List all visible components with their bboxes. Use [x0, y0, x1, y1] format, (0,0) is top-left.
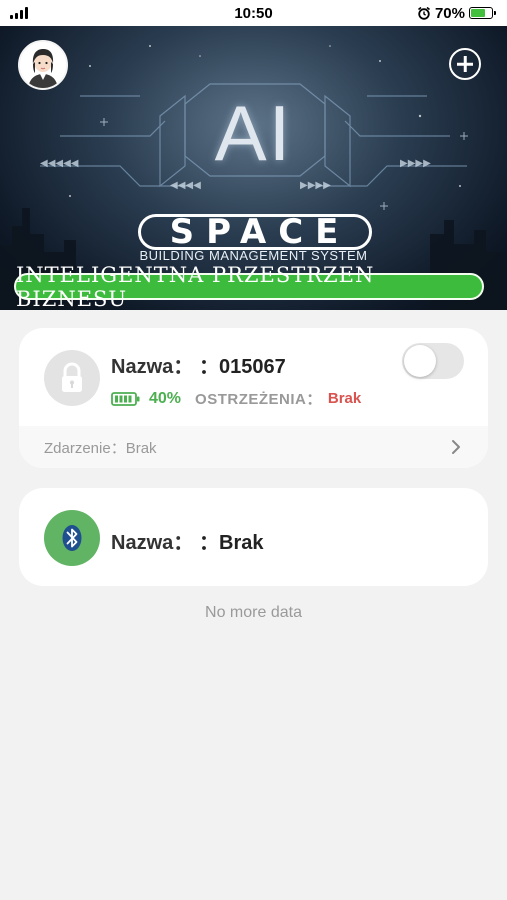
banner-slogan: INTELIGENTNA PRZESTRZEN BIZNESU — [14, 263, 484, 310]
no-more-data-label: No more data — [205, 604, 302, 621]
device-toggle[interactable] — [402, 343, 464, 379]
lock-icon — [62, 362, 82, 392]
status-right: 70% — [417, 4, 496, 22]
warnings-label: OSTRZEŻENIA： — [195, 391, 322, 408]
banner-subtitle: BUILDING MANAGEMENT SYSTEM — [139, 248, 368, 263]
status-bar: 10:50 70% — [0, 0, 507, 26]
device-name-value: ：015067 — [199, 356, 286, 378]
event-label: Zdarzenie：Brak — [44, 439, 157, 457]
device-name-label: Nazwa： — [111, 532, 194, 554]
battery-icon — [111, 391, 140, 406]
alarm-icon — [417, 6, 430, 20]
user-avatar[interactable] — [18, 40, 68, 90]
chevron-right-icon — [452, 440, 460, 454]
svg-text:◀◀◀◀: ◀◀◀◀ — [170, 180, 201, 191]
hero-banner: ◀◀◀◀ ▶▶▶▶ ◀◀◀◀◀ ▶▶▶▶ AI SPACE BUILDING M… — [0, 26, 507, 310]
device-name-value: ：Brak — [199, 532, 264, 554]
lock-icon-circle — [44, 350, 100, 406]
device-name-label: Nazwa： — [111, 356, 194, 378]
svg-text:▶▶▶▶: ▶▶▶▶ — [300, 180, 331, 191]
status-time: 10:50 — [234, 4, 273, 22]
event-row[interactable]: Zdarzenie：Brak — [19, 426, 488, 468]
battery-charging-icon — [469, 7, 496, 19]
warnings-value: Brak — [327, 390, 362, 407]
banner-ai-text: AI — [214, 89, 293, 177]
space-logo: SPACE — [138, 212, 372, 252]
signal-icon — [10, 7, 28, 19]
bluetooth-icon — [62, 525, 82, 551]
device-card-lock[interactable]: Nazwa： ：015067 40% OSTRZEŻENIA： Brak Zda… — [19, 328, 488, 468]
avatar-icon — [20, 42, 66, 88]
toggle-knob — [404, 345, 436, 377]
battery-percent-label: 40% — [149, 389, 182, 407]
add-icon[interactable] — [449, 48, 481, 80]
battery-percent: 70% — [434, 4, 465, 22]
bluetooth-icon-circle — [44, 510, 100, 566]
battery-row: 40% OSTRZEŻENIA： Brak — [111, 388, 361, 409]
device-card-bluetooth[interactable]: Nazwa： ：Brak — [19, 488, 488, 586]
